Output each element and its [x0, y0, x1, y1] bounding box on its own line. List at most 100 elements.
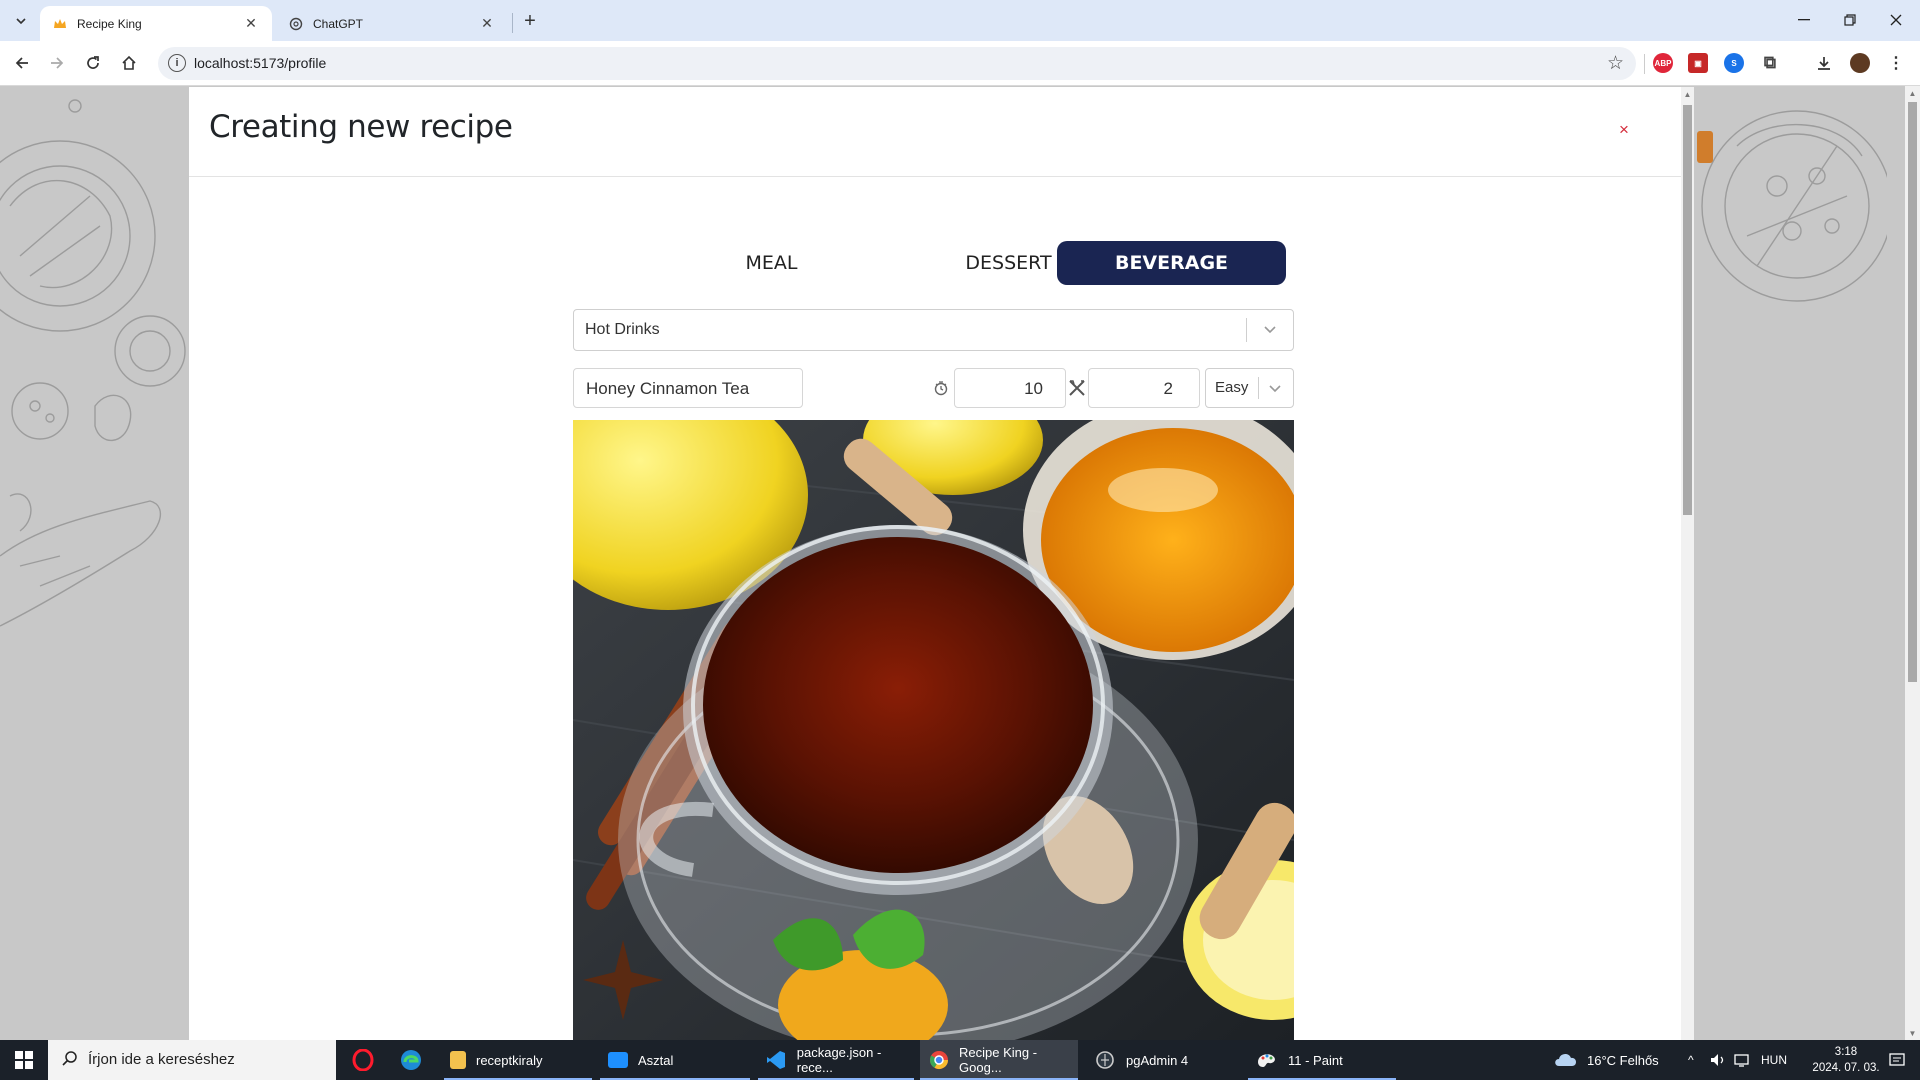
browser-tab-strip: Recipe King ✕ ChatGPT ✕ + — [0, 0, 1920, 41]
taskbar-app-asztal[interactable]: Asztal — [600, 1040, 750, 1080]
new-tab-icon[interactable]: + — [518, 9, 542, 33]
recipe-image[interactable] — [573, 420, 1294, 1040]
create-recipe-modal: Creating new recipe × MEAL DESSERT BEVER… — [189, 87, 1694, 1040]
taskbar-app-paint[interactable]: 11 - Paint — [1248, 1040, 1396, 1080]
back-icon[interactable] — [9, 50, 35, 76]
scrollbar-thumb[interactable] — [1683, 105, 1692, 515]
page-scrollbar[interactable]: ▲ ▼ — [1905, 86, 1920, 1040]
type-meal-button[interactable]: MEAL — [657, 241, 886, 285]
close-modal-button[interactable]: × — [1614, 120, 1634, 140]
vscode-icon — [766, 1049, 787, 1071]
cutlery-icon — [1067, 378, 1087, 398]
category-value: Hot Drinks — [585, 321, 660, 338]
clock-date: 2024. 07. 03. — [1812, 1062, 1880, 1074]
chrome-icon — [928, 1049, 949, 1071]
language-indicator[interactable]: HUN — [1761, 1040, 1787, 1080]
taskbar-app-label: 11 - Paint — [1288, 1052, 1343, 1068]
food-doodle-illustration — [0, 99, 186, 627]
sync-extension-icon[interactable]: S — [1724, 53, 1744, 73]
clock[interactable]: 3:18 2024. 07. 03. — [1808, 1040, 1884, 1080]
close-window-icon[interactable] — [1873, 0, 1919, 40]
network-icon[interactable] — [1734, 1040, 1752, 1080]
taskbar-search-placeholder: Írjon ide a kereséshez — [88, 1051, 235, 1068]
tab-title: Recipe King — [77, 16, 142, 31]
servings-value: 2 — [1163, 379, 1173, 398]
select-divider — [1246, 318, 1247, 342]
taskbar-app-vscode[interactable]: package.json - rece... — [758, 1040, 914, 1080]
taskbar-app-label: receptkiraly — [476, 1052, 543, 1068]
recipe-name-input[interactable]: Honey Cinnamon Tea — [573, 368, 803, 408]
food-doodle-illustration — [1697, 110, 1887, 302]
close-tab-icon[interactable]: ✕ — [242, 15, 260, 33]
home-icon[interactable] — [116, 50, 142, 76]
close-tab-icon[interactable]: ✕ — [478, 15, 496, 33]
tea-photo-illustration — [573, 420, 1294, 1040]
search-icon — [62, 1051, 77, 1066]
weather-widget[interactable]: 16°C Felhős — [1553, 1040, 1659, 1080]
folder-icon — [450, 1051, 466, 1069]
chevron-down-icon[interactable] — [1264, 377, 1286, 399]
notifications-icon[interactable] — [1880, 1040, 1914, 1080]
taskbar-app-receptkiraly[interactable]: receptkiraly — [444, 1040, 592, 1080]
reload-icon[interactable] — [80, 50, 106, 76]
profile-avatar[interactable] — [1850, 53, 1870, 73]
difficulty-value: Easy — [1215, 379, 1249, 396]
timer-icon — [931, 378, 951, 398]
prep-time-value: 10 — [1024, 379, 1043, 398]
desktop-icon — [608, 1052, 628, 1068]
modal-header: Creating new recipe × — [189, 87, 1681, 177]
taskbar-app-pgadmin[interactable]: pgAdmin 4 — [1086, 1040, 1242, 1080]
scroll-up-icon[interactable]: ▲ — [1905, 86, 1920, 100]
taskbar-search-box[interactable]: Írjon ide a kereséshez — [48, 1040, 336, 1080]
browser-menu-icon[interactable]: ⋮ — [1886, 53, 1906, 73]
extensions-puzzle-icon[interactable]: ⧉ — [1760, 53, 1780, 73]
pdf-extension-icon[interactable]: ▣ — [1688, 53, 1708, 73]
type-beverage-button[interactable]: BEVERAGE — [1057, 241, 1286, 285]
clock-time: 3:18 — [1834, 1046, 1858, 1058]
tray-chevron-up-icon[interactable]: ^ — [1688, 1040, 1694, 1080]
orange-tab-marker — [1697, 131, 1713, 163]
crown-icon — [52, 16, 68, 32]
tab-recipe-king[interactable]: Recipe King ✕ — [40, 6, 272, 41]
tab-chatgpt[interactable]: ChatGPT ✕ — [276, 6, 508, 41]
opera-icon[interactable] — [348, 1040, 378, 1080]
select-divider — [1258, 377, 1259, 399]
edge-icon[interactable] — [396, 1040, 426, 1080]
scroll-down-icon[interactable]: ▼ — [1905, 1026, 1920, 1040]
prep-time-input[interactable]: 10 — [954, 368, 1066, 408]
address-bar[interactable]: i localhost:5173/profile ☆ — [158, 47, 1636, 80]
site-info-icon[interactable]: i — [168, 54, 186, 72]
forward-icon[interactable] — [44, 50, 70, 76]
chevron-down-icon[interactable] — [1259, 318, 1281, 340]
modal-scrollbar[interactable]: ▲ — [1681, 87, 1694, 1040]
taskbar-app-label: Recipe King - Goog... — [959, 1045, 1038, 1075]
taskbar-app-chrome[interactable]: Recipe King - Goog... — [920, 1040, 1078, 1080]
taskbar-app-label: Asztal — [638, 1052, 674, 1068]
taskbar-app-label: pgAdmin 4 — [1126, 1052, 1189, 1068]
scroll-up-icon[interactable]: ▲ — [1681, 87, 1694, 101]
volume-icon[interactable] — [1710, 1040, 1726, 1080]
pgadmin-icon — [1094, 1049, 1116, 1071]
bookmark-star-icon[interactable]: ☆ — [1607, 52, 1624, 75]
download-icon[interactable] — [1814, 53, 1834, 73]
tab-search-chevron-icon[interactable] — [10, 10, 32, 32]
servings-input[interactable]: 2 — [1088, 368, 1200, 408]
difficulty-select[interactable]: Easy — [1205, 368, 1294, 408]
url-text: localhost:5173/profile — [194, 55, 327, 71]
cloud-icon — [1553, 1051, 1579, 1070]
paint-icon — [1256, 1049, 1278, 1071]
adblock-extension-icon[interactable]: ABP — [1653, 53, 1673, 73]
recipe-name-value: Honey Cinnamon Tea — [586, 379, 750, 398]
restore-icon[interactable] — [1827, 0, 1873, 40]
modal-title: Creating new recipe — [209, 109, 513, 145]
taskbar-app-label: package.json - rece... — [796, 1045, 882, 1075]
toolbar-separator — [1644, 54, 1645, 74]
chatgpt-icon — [288, 16, 304, 32]
windows-start-icon[interactable] — [0, 1040, 48, 1080]
browser-toolbar: i localhost:5173/profile ☆ ABP ▣ S ⧉ ⋮ — [0, 41, 1920, 86]
tab-title: ChatGPT — [313, 16, 364, 31]
minimize-icon[interactable] — [1781, 0, 1827, 40]
windows-taskbar: Írjon ide a kereséshez receptkiraly Aszt… — [0, 1040, 1920, 1080]
scrollbar-thumb[interactable] — [1908, 102, 1917, 682]
category-select[interactable]: Hot Drinks — [573, 309, 1294, 351]
